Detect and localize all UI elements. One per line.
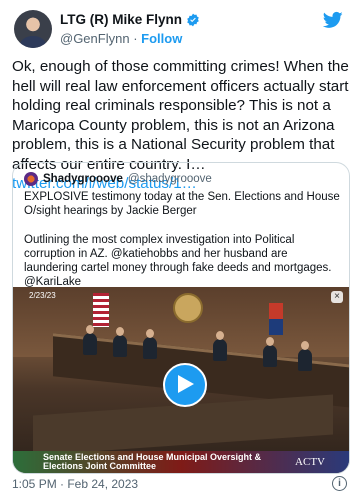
video-player[interactable]: 2/23/23 × Senate Elections and House Mun… [13, 287, 349, 473]
follow-button[interactable]: Follow [141, 31, 182, 46]
quoted-avatar [24, 172, 38, 186]
quoted-handle: @shadygrooove [127, 173, 212, 185]
info-icon[interactable]: i [332, 476, 347, 491]
arizona-flag [269, 303, 283, 335]
close-icon[interactable]: × [331, 291, 343, 303]
committee-member [143, 329, 157, 359]
quoted-tweet[interactable]: Shadygrooove @shadygrooove EXPLOSIVE tes… [12, 162, 350, 474]
play-icon [178, 375, 194, 393]
video-date-stamp: 2/23/23 [29, 291, 56, 300]
quoted-header: Shadygrooove @shadygrooove [24, 172, 212, 186]
author-handle[interactable]: @GenFlynn [60, 31, 130, 46]
video-banner: Senate Elections and House Municipal Ove… [13, 451, 349, 473]
author-name-row: LTG (R) Mike Flynn [60, 12, 200, 27]
author-avatar[interactable] [14, 10, 52, 48]
play-button[interactable] [163, 363, 207, 407]
committee-member [298, 341, 312, 371]
tweet-header: LTG (R) Mike Flynn @GenFlynn · Follow [14, 10, 345, 50]
quoted-text: EXPLOSIVE testimony today at the Sen. El… [24, 191, 340, 289]
author-handle-row: @GenFlynn · Follow [60, 31, 182, 46]
committee-member [213, 331, 227, 361]
tweet-timestamp[interactable]: 1:05 PM · Feb 24, 2023 [12, 477, 138, 491]
quoted-display-name: Shadygrooove [43, 173, 123, 185]
committee-member [263, 337, 277, 367]
committee-member [113, 327, 127, 357]
state-seal [173, 293, 203, 323]
channel-logo: ACTV [295, 456, 325, 468]
tweet-text: Ok, enough of those committing crimes! W… [12, 58, 349, 173]
us-flag [93, 293, 109, 327]
banner-text: Senate Elections and House Municipal Ove… [43, 452, 262, 471]
twitter-bird-icon[interactable] [323, 10, 343, 30]
separator-dot: · [133, 31, 138, 46]
author-display-name[interactable]: LTG (R) Mike Flynn [60, 12, 182, 27]
committee-member [83, 325, 97, 355]
verified-badge-icon [187, 13, 199, 26]
